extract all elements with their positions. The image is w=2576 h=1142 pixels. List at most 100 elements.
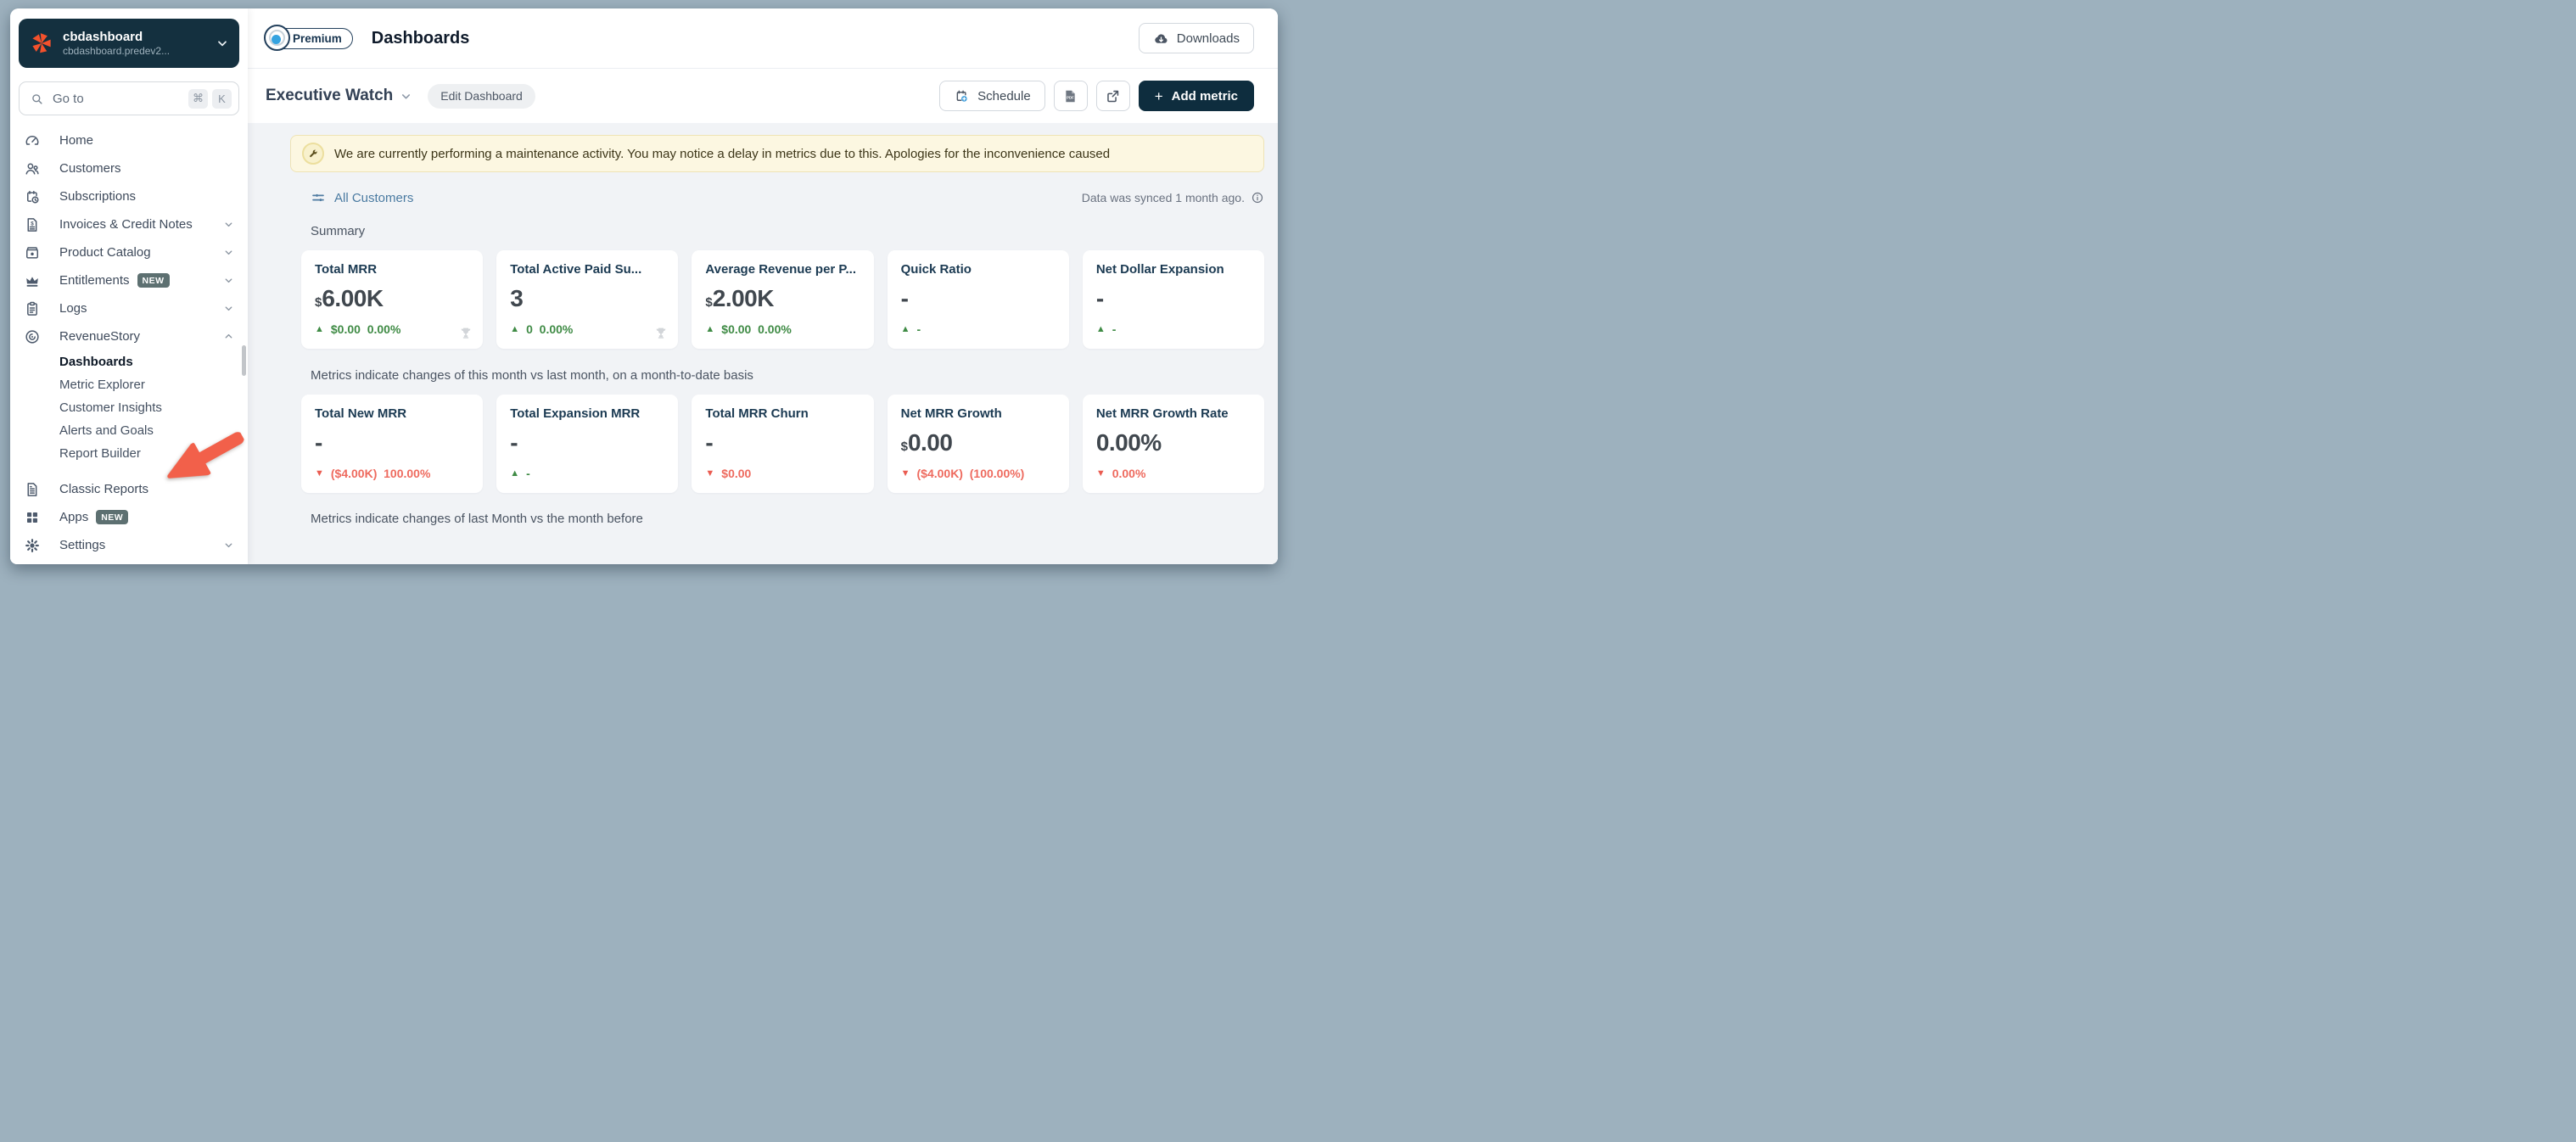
metric-card-value: - bbox=[315, 429, 322, 456]
svg-text:PDF: PDF bbox=[1067, 95, 1074, 99]
chevron-down-icon bbox=[223, 540, 234, 551]
share-icon bbox=[1105, 88, 1121, 104]
metric-card-title: Net MRR Growth Rate bbox=[1095, 406, 1229, 421]
trophy-icon bbox=[653, 326, 669, 341]
downloads-button[interactable]: Downloads bbox=[1138, 23, 1254, 53]
invoice-icon: $ bbox=[24, 216, 41, 233]
metric-card-total-active-paid-su[interactable]: Total Active Paid Su... 3 ▲ 0 0.00% bbox=[496, 250, 679, 349]
schedule-button[interactable]: Schedule bbox=[939, 81, 1045, 111]
metric-card-delta: ▼ ($4.00K) 100.00% bbox=[315, 467, 431, 480]
sidebar-subitem-label: Metric Explorer bbox=[59, 378, 145, 392]
sync-text: Data was synced 1 month ago. bbox=[1081, 191, 1245, 204]
gauge-icon bbox=[24, 132, 41, 149]
wrench-icon bbox=[302, 143, 324, 165]
apps-icon bbox=[24, 509, 41, 526]
metric-card-currency: $ bbox=[900, 439, 908, 454]
metric-card-title: Total Active Paid Su... bbox=[510, 262, 642, 277]
revenuestory-icon bbox=[24, 328, 41, 345]
metric-card-delta: ▼ 0.00% bbox=[1095, 467, 1146, 480]
sidebar-item-label: Entitlements bbox=[59, 273, 130, 288]
sidebar-subitem-dashboards[interactable]: Dashboards bbox=[10, 350, 248, 373]
sidebar-subitem-label: Dashboards bbox=[59, 355, 133, 369]
metric-card-delta: ▼ $0.00 bbox=[705, 467, 752, 480]
sidebar-item-home[interactable]: Home bbox=[10, 126, 248, 154]
sidebar-item-label: Product Catalog bbox=[59, 245, 151, 260]
sidebar-scrollbar[interactable] bbox=[242, 345, 246, 376]
metric-card-net-mrr-growth[interactable]: Net MRR Growth $ 0.00 ▼ ($4.00K) (100.00… bbox=[887, 395, 1069, 493]
metric-card-value: $ 0.00 bbox=[900, 429, 953, 456]
chevron-down-icon bbox=[223, 303, 234, 314]
sidebar-item-settings[interactable]: Settings bbox=[10, 531, 248, 559]
metric-card-average-revenue-per-p[interactable]: Average Revenue per P... $ 2.00K ▲ $0.00… bbox=[692, 250, 874, 349]
metric-card-value: $ 2.00K bbox=[705, 285, 774, 311]
share-button[interactable] bbox=[1095, 81, 1130, 111]
crown-icon bbox=[24, 272, 41, 289]
add-metric-button[interactable]: + Add metric bbox=[1138, 81, 1254, 111]
add-metric-label: Add metric bbox=[1171, 88, 1238, 104]
export-pdf-button[interactable]: PDF bbox=[1053, 81, 1088, 111]
sidebar-item-label: Subscriptions bbox=[59, 189, 137, 204]
sidebar-item-subscriptions[interactable]: Subscriptions bbox=[10, 182, 248, 210]
metric-card-title: Total MRR bbox=[315, 262, 378, 277]
search-input[interactable] bbox=[53, 91, 184, 106]
metric-card-currency: $ bbox=[705, 295, 713, 310]
org-switcher[interactable]: cbdashboard cbdashboard.predev2... bbox=[19, 19, 239, 68]
org-info: cbdashboard cbdashboard.predev2... bbox=[63, 30, 216, 58]
sidebar-nav: Home Customers Subscriptions $ Invoices … bbox=[10, 126, 248, 559]
metric-card-delta: ▲ $0.00 0.00% bbox=[705, 322, 792, 336]
new-badge: NEW bbox=[96, 510, 129, 524]
metric-card-net-dollar-expansion[interactable]: Net Dollar Expansion - ▲ - bbox=[1082, 250, 1265, 349]
chevron-down-icon[interactable] bbox=[400, 90, 412, 103]
filter-row: All Customers Data was synced 1 month ag… bbox=[311, 190, 1264, 205]
premium-gem-icon bbox=[264, 25, 290, 51]
info-icon[interactable] bbox=[1251, 191, 1264, 204]
maintenance-banner: We are currently performing a maintenanc… bbox=[290, 135, 1264, 172]
sidebar-item-customers[interactable]: Customers bbox=[10, 154, 248, 182]
sidebar-item-product-catalog[interactable]: Product Catalog bbox=[10, 238, 248, 266]
logs-icon bbox=[24, 300, 41, 317]
sidebar-subitem-report-builder[interactable]: Report Builder bbox=[10, 442, 248, 465]
triangle-up-icon: ▲ bbox=[315, 323, 324, 334]
sidebar-item-logs[interactable]: Logs bbox=[10, 294, 248, 322]
trophy-icon bbox=[458, 326, 473, 341]
sidebar-subitem-metric-explorer[interactable]: Metric Explorer bbox=[10, 373, 248, 396]
metric-card-net-mrr-growth-rate[interactable]: Net MRR Growth Rate 0.00% ▼ 0.00% bbox=[1082, 395, 1265, 493]
metric-card-total-mrr-churn[interactable]: Total MRR Churn - ▼ $0.00 bbox=[692, 395, 874, 493]
customer-filter-label: All Customers bbox=[334, 190, 414, 205]
k-keycap: K bbox=[212, 88, 232, 109]
maintenance-banner-text: We are currently performing a maintenanc… bbox=[334, 146, 1111, 161]
metric-card-total-new-mrr[interactable]: Total New MRR - ▼ ($4.00K) 100.00% bbox=[301, 395, 484, 493]
triangle-up-icon: ▲ bbox=[705, 323, 715, 334]
new-badge: NEW bbox=[137, 273, 170, 288]
main-area: Premium Dashboards Downloads Executive W… bbox=[248, 8, 1278, 564]
metric-card-title: Net Dollar Expansion bbox=[1095, 262, 1224, 277]
sidebar-item-apps[interactable]: Apps NEW bbox=[10, 503, 248, 531]
sidebar-subitem-customer-insights[interactable]: Customer Insights bbox=[10, 396, 248, 419]
top-header: Premium Dashboards Downloads bbox=[248, 8, 1278, 68]
metric-card-currency: $ bbox=[315, 295, 322, 310]
chevron-down-icon bbox=[223, 247, 234, 258]
metric-card-delta: ▲ - bbox=[900, 322, 921, 336]
sidebar-item-invoices-credit-notes[interactable]: $ Invoices & Credit Notes bbox=[10, 210, 248, 238]
triangle-down-icon: ▼ bbox=[315, 467, 324, 479]
metric-card-total-mrr[interactable]: Total MRR $ 6.00K ▲ $0.00 0.00% bbox=[301, 250, 484, 349]
sidebar-item-label: Invoices & Credit Notes bbox=[59, 217, 193, 232]
sidebar-item-revenuestory[interactable]: RevenueStory bbox=[10, 322, 248, 350]
global-search[interactable]: ⌘ K bbox=[19, 81, 239, 115]
summary-heading: Summary bbox=[311, 224, 366, 238]
chargebee-logo-icon bbox=[29, 31, 54, 56]
edit-dashboard-button[interactable]: Edit Dashboard bbox=[428, 83, 535, 109]
premium-label: Premium bbox=[293, 31, 342, 45]
metric-card-delta: ▼ ($4.00K) (100.00%) bbox=[900, 467, 1025, 480]
sidebar-item-classic-reports[interactable]: Classic Reports bbox=[10, 475, 248, 503]
sidebar-item-label: Apps bbox=[59, 510, 89, 524]
metric-card-total-expansion-mrr[interactable]: Total Expansion MRR - ▲ - bbox=[496, 395, 679, 493]
metric-card-quick-ratio[interactable]: Quick Ratio - ▲ - bbox=[887, 250, 1069, 349]
customer-filter-button[interactable]: All Customers bbox=[311, 190, 413, 205]
dashboard-name[interactable]: Executive Watch bbox=[266, 87, 393, 105]
sidebar-subitem-label: Report Builder bbox=[59, 446, 141, 461]
monthly-note: Metrics indicate changes of last Month v… bbox=[311, 512, 643, 526]
metric-card-title: Quick Ratio bbox=[900, 262, 972, 277]
sidebar-item-entitlements[interactable]: Entitlements NEW bbox=[10, 266, 248, 294]
sidebar-subitem-alerts-and-goals[interactable]: Alerts and Goals bbox=[10, 419, 248, 442]
